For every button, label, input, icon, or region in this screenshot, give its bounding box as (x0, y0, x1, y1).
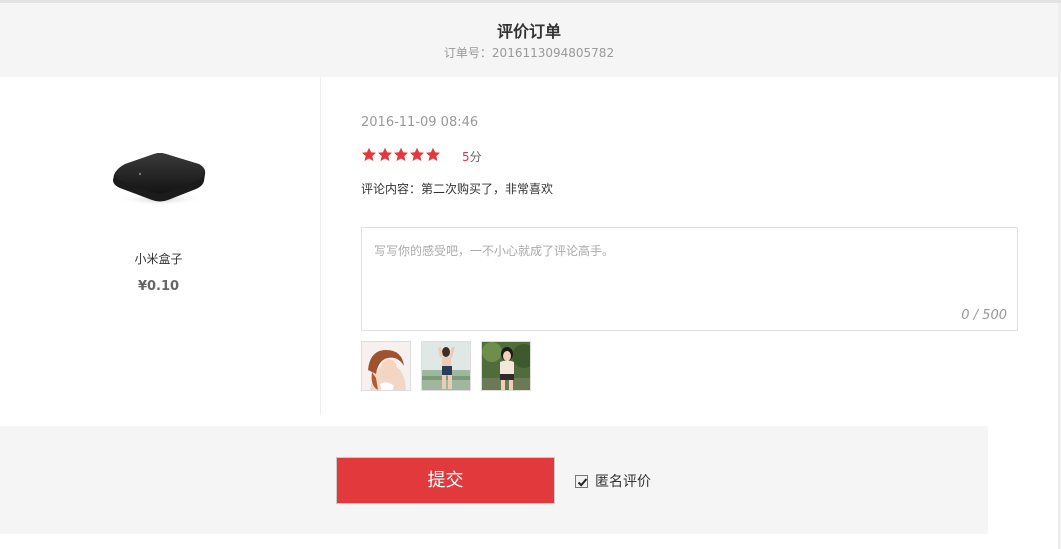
product-panel: 小米盒子 ¥0.10 (0, 77, 320, 415)
review-panel: 2016-11-09 08:46 5分 评论内容：第二次购买了，非常喜欢 写写你… (361, 77, 1018, 415)
review-photo-2[interactable] (421, 341, 471, 391)
review-photo-1[interactable] (361, 341, 411, 391)
star-icon[interactable] (361, 147, 377, 163)
action-bar: 提交 匿名评价 (0, 426, 988, 534)
review-photo-3[interactable] (481, 341, 531, 391)
review-textarea[interactable]: 写写你的感受吧，一不小心就成了评论高手。 0 / 500 (361, 227, 1018, 331)
review-comment: 评论内容：第二次购买了，非常喜欢 (361, 182, 554, 196)
star-icon[interactable] (393, 147, 409, 163)
page-title: 评价订单 (496, 22, 561, 41)
rating-score-unit: 分 (469, 150, 482, 164)
star-icon[interactable] (377, 147, 393, 163)
order-number-line: 订单号：2016113094805782 (0, 44, 1058, 61)
star-rating[interactable] (361, 147, 441, 163)
tv-box-image[interactable] (110, 151, 208, 207)
submit-button[interactable]: 提交 (336, 457, 555, 504)
rating-score-value: 5 (462, 150, 470, 164)
rating-score: 5分 (462, 148, 482, 165)
star-icon[interactable] (409, 147, 425, 163)
anonymous-label: 匿名评价 (595, 474, 651, 490)
review-date: 2016-11-09 08:46 (361, 115, 479, 130)
product-name[interactable]: 小米盒子 (0, 250, 317, 267)
panel-divider (320, 77, 321, 415)
order-number-label: 订单号： (443, 46, 492, 60)
anonymous-checkbox[interactable] (575, 474, 588, 488)
character-counter: 0 / 500 (961, 308, 1007, 323)
page-header: 评价订单 订单号：2016113094805782 (0, 3, 1058, 77)
product-price: ¥0.10 (137, 279, 180, 294)
review-photos (361, 341, 541, 391)
anonymous-option[interactable]: 匿名评价 (575, 471, 651, 491)
order-number: 2016113094805782 (491, 46, 615, 60)
check-icon (577, 477, 588, 487)
star-icon[interactable] (425, 147, 441, 163)
review-textarea-placeholder: 写写你的感受吧，一不小心就成了评论高手。 (374, 244, 615, 258)
